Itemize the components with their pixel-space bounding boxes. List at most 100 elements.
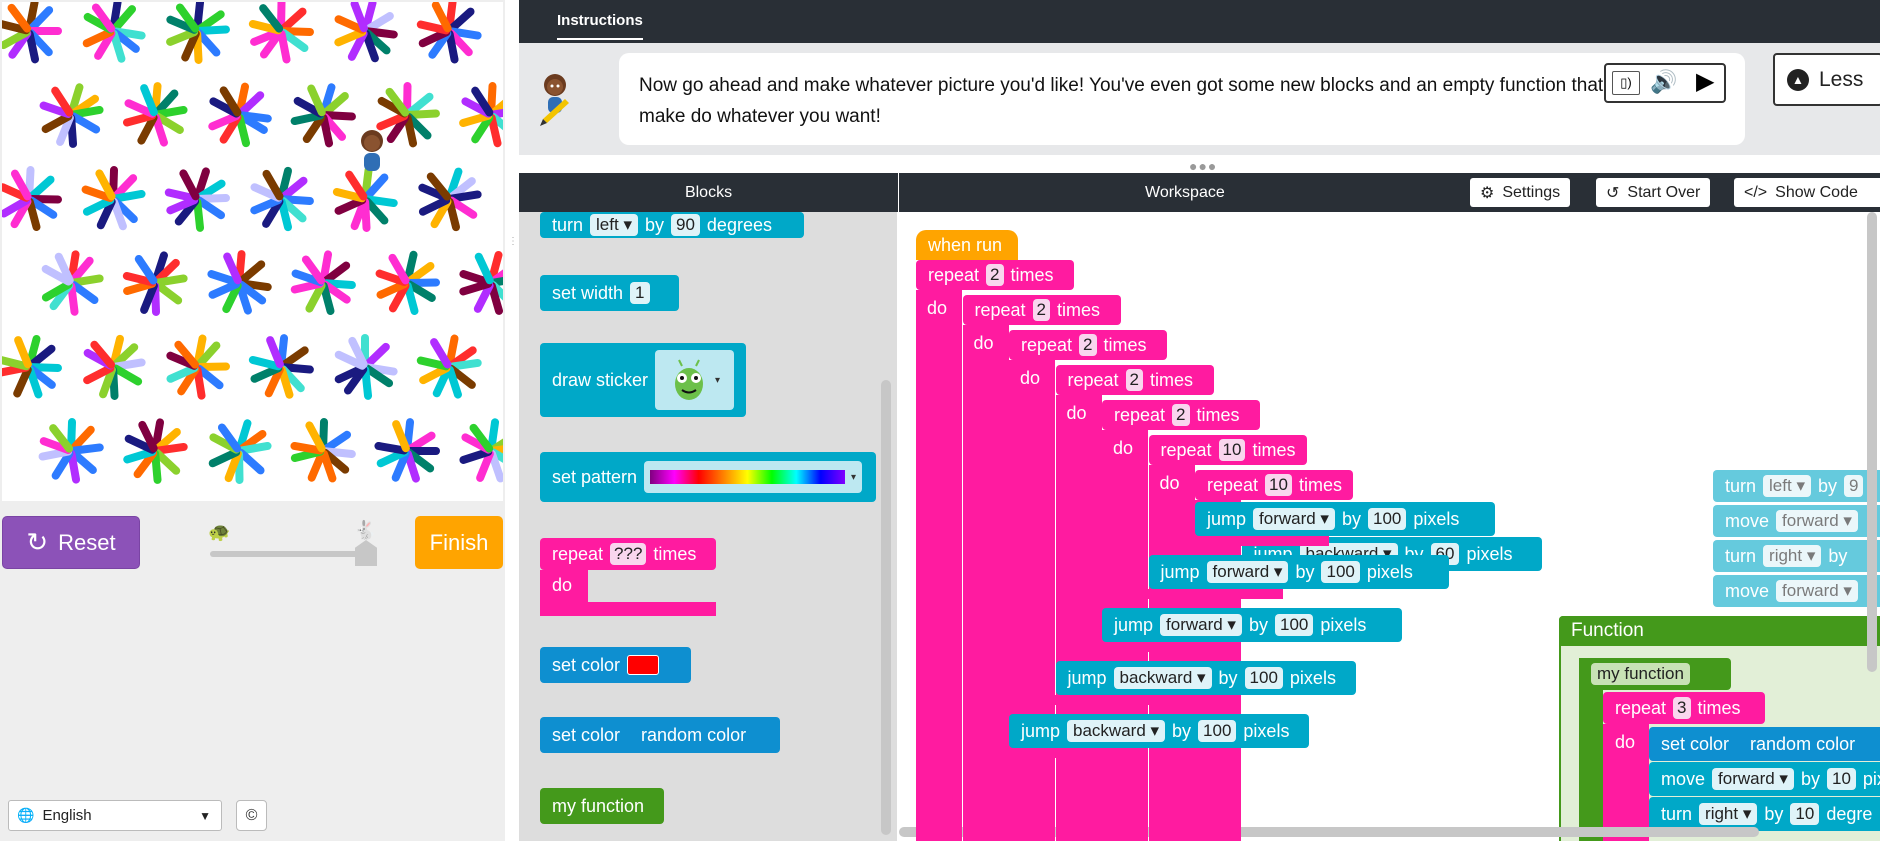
less-button[interactable]: ▲ Less [1773, 53, 1880, 106]
copyright-button[interactable]: © [236, 800, 267, 831]
pattern-dropdown[interactable]: ▾ [644, 461, 863, 493]
direction-dropdown[interactable]: forward ▾ [1253, 508, 1335, 530]
repeat-count-input[interactable]: 2 [1032, 299, 1051, 321]
direction-dropdown[interactable]: forward ▾ [1776, 510, 1858, 532]
reset-button[interactable]: ↻ Reset [2, 516, 140, 569]
direction-dropdown[interactable]: left ▾ [1763, 475, 1811, 497]
direction-dropdown[interactable]: backward ▾ [1067, 720, 1166, 742]
move-block[interactable]: move forward ▾ by 10 pix [1649, 762, 1880, 796]
repeat-block[interactable]: repeat 2 times [1055, 365, 1214, 395]
do-label: do [927, 298, 948, 318]
direction-dropdown[interactable]: right ▾ [1763, 545, 1822, 567]
read-aloud-icon[interactable]: ▯) [1612, 71, 1640, 95]
speed-slider-thumb[interactable] [355, 540, 377, 566]
repeat-count-input[interactable]: 2 [1125, 369, 1144, 391]
repeat-block[interactable]: repeat 10 times [1148, 435, 1307, 465]
repeat-block[interactable]: repeat 3 times [1603, 692, 1765, 724]
alien-sticker-icon [675, 359, 703, 400]
repeat-block[interactable]: repeat 2 times [962, 295, 1121, 325]
turn-block[interactable]: turn right ▾ by 10 degre [1649, 797, 1880, 831]
panel-resize-handle[interactable]: ⋮ [508, 237, 518, 268]
visualization-panel: ↻ Reset 🐢 🐇 Finish 🌐 English ▼ © [0, 0, 505, 841]
set-color-block[interactable]: set color [540, 647, 691, 683]
repeat-block[interactable]: repeat 2 times [1009, 330, 1167, 360]
set-color-random-block[interactable]: set color random color [540, 717, 780, 753]
repeat-count-input[interactable]: 2 [1172, 404, 1190, 426]
instructions-area: Now go ahead and make whatever picture y… [519, 43, 1880, 155]
finish-button[interactable]: Finish [415, 516, 503, 569]
block-keyword: turn [552, 214, 584, 235]
repeat-count-input[interactable]: 2 [986, 264, 1004, 286]
repeat-block[interactable]: repeat ??? times [540, 538, 716, 570]
jump-block[interactable]: jump forward ▾ by 100 pixels [1148, 555, 1449, 589]
settings-button[interactable]: ⚙ Settings [1470, 178, 1571, 207]
blocks-header: Blocks [519, 173, 898, 212]
block-keyword: my function [552, 795, 645, 816]
function-name-block[interactable]: my function [1579, 658, 1731, 690]
jump-block[interactable]: jump forward ▾ by 100 pixels [1195, 502, 1495, 536]
drawn-flower [288, 248, 358, 318]
degrees-input[interactable]: 10 [1790, 803, 1820, 825]
turn-block[interactable]: turn left ▾ by 90 degrees [540, 212, 804, 238]
workspace-vertical-scrollbar[interactable] [1867, 212, 1877, 672]
resize-grip[interactable]: ●●● [1189, 158, 1217, 174]
direction-dropdown[interactable]: left ▾ [590, 214, 638, 236]
jump-block[interactable]: jump backward ▾ by 100 pixels [1009, 714, 1309, 748]
pixels-input[interactable]: 100 [1367, 508, 1407, 530]
pixels-input[interactable]: 100 [1274, 614, 1314, 636]
direction-dropdown[interactable]: right ▾ [1699, 803, 1758, 825]
blocks-toolbox: turn left ▾ by 90 degrees set width 1 dr… [519, 212, 897, 841]
tab-instructions[interactable]: Instructions [557, 12, 643, 40]
my-function-block[interactable]: my function [540, 788, 664, 824]
start-over-button[interactable]: ↺ Start Over [1596, 178, 1711, 207]
repeat-block[interactable]: repeat 2 times [916, 260, 1074, 290]
width-input[interactable]: 1 [630, 282, 650, 304]
set-width-block[interactable]: set width 1 [540, 275, 679, 311]
block-keyword: draw sticker [552, 369, 649, 390]
turn-block[interactable]: turn left ▾ by 9 [1713, 470, 1880, 502]
rainbow-pattern-swatch [650, 470, 846, 484]
show-code-button[interactable]: </> Show Code [1734, 178, 1880, 207]
drawn-flower [120, 416, 190, 486]
globe-icon: 🌐 [17, 807, 35, 823]
direction-dropdown[interactable]: forward ▾ [1712, 768, 1794, 790]
move-block[interactable]: move forward ▾ [1713, 575, 1880, 607]
drawn-flower [414, 332, 484, 402]
jump-block[interactable]: jump forward ▾ by 100 pixels [1102, 608, 1402, 642]
move-block[interactable]: move forward ▾ [1713, 505, 1880, 537]
pixels-input[interactable]: 100 [1244, 667, 1283, 689]
do-label: do [552, 575, 573, 595]
play-icon[interactable]: ▶ [1696, 67, 1714, 96]
toolbox-scrollbar[interactable] [881, 380, 891, 835]
degrees-input[interactable]: 9 [1844, 475, 1864, 497]
repeat-count-input[interactable]: 3 [1673, 697, 1691, 719]
repeat-block-footer [1149, 536, 1329, 546]
volume-icon[interactable]: 🔊 [1650, 69, 1677, 95]
repeat-block[interactable]: repeat 10 times [1195, 470, 1353, 500]
direction-dropdown[interactable]: forward ▾ [1160, 614, 1242, 636]
block-keyword: set pattern [552, 466, 638, 487]
repeat-count-input[interactable]: 2 [1079, 334, 1097, 356]
jump-block[interactable]: jump backward ▾ by 100 pixels [1055, 661, 1356, 695]
repeat-count-input[interactable]: ??? [610, 543, 647, 565]
direction-dropdown[interactable]: forward ▾ [1206, 561, 1289, 583]
sticker-dropdown[interactable]: ▾ [655, 350, 734, 410]
color-swatch[interactable] [627, 655, 660, 675]
pixels-input[interactable]: 100 [1321, 561, 1360, 583]
repeat-block[interactable]: repeat 2 times [1102, 400, 1260, 430]
pixels-input[interactable]: 100 [1198, 720, 1237, 742]
degrees-input[interactable]: 90 [671, 214, 700, 236]
set-pattern-block[interactable]: set pattern ▾ [540, 452, 876, 502]
language-select[interactable]: 🌐 English ▼ [8, 800, 222, 831]
function-name-field[interactable]: my function [1591, 663, 1690, 685]
repeat-count-input[interactable]: 10 [1218, 439, 1246, 461]
draw-sticker-block[interactable]: draw sticker ▾ [540, 343, 746, 417]
drawn-flower [2, 164, 64, 234]
direction-dropdown[interactable]: forward ▾ [1776, 580, 1858, 602]
turn-block[interactable]: turn right ▾ by [1713, 540, 1880, 572]
repeat-count-input[interactable]: 10 [1265, 474, 1292, 496]
direction-dropdown[interactable]: backward ▾ [1113, 667, 1212, 689]
speed-slider[interactable] [210, 551, 370, 557]
pixels-input[interactable]: 10 [1826, 768, 1856, 790]
set-color-random-block[interactable]: set color random color [1649, 727, 1880, 761]
